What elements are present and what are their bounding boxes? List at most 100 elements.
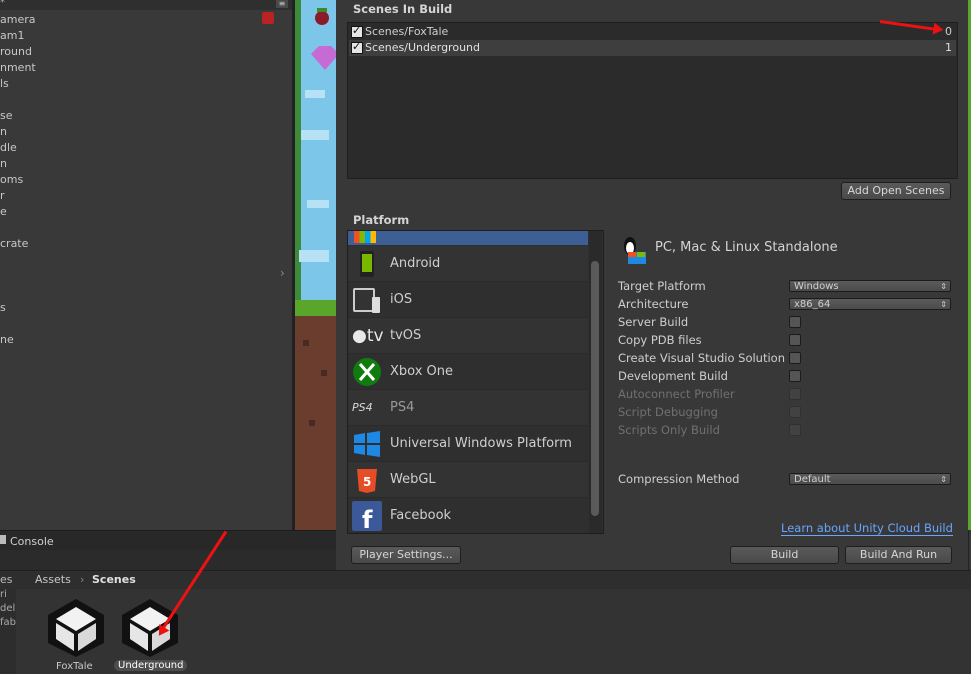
build-button[interactable]: Build <box>730 546 839 564</box>
breadcrumb-assets[interactable]: Assets <box>35 573 71 586</box>
scene-index: 0 <box>945 25 952 38</box>
hierarchy-item[interactable]: crate <box>0 236 28 252</box>
ios-icon <box>353 288 380 313</box>
create-vs-solution-label: Create Visual Studio Solution <box>618 351 785 365</box>
console-tab[interactable]: Console <box>10 535 54 548</box>
script-debugging-checkbox <box>789 406 801 418</box>
breadcrumb-scenes[interactable]: Scenes <box>92 573 136 586</box>
scene-checkbox[interactable] <box>351 23 363 39</box>
server-build-checkbox[interactable] <box>789 316 801 328</box>
scene-checkbox[interactable] <box>351 39 363 55</box>
target-platform-dropdown[interactable]: Windows <box>789 280 951 293</box>
platform-item[interactable]: Xbox One <box>348 354 588 390</box>
player-settings-button[interactable]: Player Settings... <box>351 546 461 564</box>
autoconnect-profiler-label: Autoconnect Profiler <box>618 387 735 401</box>
ps4-icon: PS4 <box>352 401 373 414</box>
autoconnect-profiler-checkbox <box>789 388 801 400</box>
windows-icon <box>354 431 380 457</box>
hierarchy-item[interactable]: am1 <box>0 28 24 44</box>
game-view <box>292 0 339 530</box>
copy-pdb-checkbox[interactable] <box>789 334 801 346</box>
development-build-label: Development Build <box>618 369 728 383</box>
project-assets-area: ri del fab FoxTale Underground <box>0 589 971 674</box>
game-scene-image <box>295 0 339 530</box>
platform-item[interactable]: Universal Windows Platform <box>348 426 588 462</box>
build-and-run-button[interactable]: Build And Run <box>845 546 952 564</box>
scripts-only-build-label: Scripts Only Build <box>618 423 720 437</box>
architecture-dropdown[interactable]: x86_64 <box>789 298 951 311</box>
scenes-list[interactable]: Scenes/FoxTale 0 Scenes/Underground 1 <box>347 22 958 179</box>
camera-gizmo-icon <box>262 12 274 24</box>
svg-text:f: f <box>362 506 373 531</box>
platform-item[interactable]: iOS <box>348 282 588 318</box>
facebook-icon: f <box>352 501 382 531</box>
platform-label: Universal Windows Platform <box>390 436 572 451</box>
console-tab-bar: Console <box>0 530 336 551</box>
learn-cloud-build-link[interactable]: Learn about Unity Cloud Build <box>781 521 953 536</box>
project-left-header: es <box>0 573 13 586</box>
hierarchy-item[interactable]: n <box>0 156 7 172</box>
scene-row[interactable]: Scenes/FoxTale 0 <box>349 23 956 40</box>
hierarchy-item[interactable]: amera <box>0 12 36 28</box>
html5-icon: 5 <box>357 469 377 493</box>
hierarchy-item[interactable]: dle <box>0 140 17 156</box>
hierarchy-item[interactable]: r <box>0 188 5 204</box>
platform-item[interactable]: f Facebook <box>348 498 588 533</box>
pc-standalone-icon <box>354 231 376 243</box>
platform-item[interactable]: ●tv tvOS <box>348 318 588 354</box>
scene-asset-foxtale[interactable]: FoxTale <box>44 597 108 674</box>
platform-title: Platform <box>353 213 410 227</box>
scene-path: Scenes/FoxTale <box>365 25 449 38</box>
platform-label: Xbox One <box>390 364 454 379</box>
hierarchy-panel: * ≡ amera am1 round nment ls se n dle n … <box>0 0 292 530</box>
folder-tree-item[interactable]: ri <box>0 589 7 600</box>
console-icon <box>0 535 6 544</box>
platform-item-selected[interactable] <box>348 231 588 245</box>
hierarchy-toolbar <box>0 0 292 10</box>
folder-tree-item[interactable]: del <box>0 603 15 614</box>
development-build-checkbox[interactable] <box>789 370 801 382</box>
hierarchy-item[interactable]: round <box>0 44 32 60</box>
asset-label-selected: Underground <box>114 660 188 671</box>
scenes-in-build-title: Scenes In Build <box>353 2 453 16</box>
folder-tree-item[interactable]: fab <box>0 617 16 628</box>
scene-asset-underground[interactable]: Underground <box>114 597 192 674</box>
platform-label: Facebook <box>390 508 452 523</box>
scene-path: Scenes/Underground <box>365 41 480 54</box>
hierarchy-item[interactable]: oms <box>0 172 23 188</box>
scripts-only-build-checkbox <box>789 424 801 436</box>
project-toolbar <box>0 550 336 570</box>
platform-item[interactable]: Android <box>348 246 588 282</box>
chevron-right-icon[interactable]: › <box>280 266 285 280</box>
copy-pdb-label: Copy PDB files <box>618 333 702 347</box>
hierarchy-menu-icon[interactable]: ≡ <box>276 0 288 8</box>
add-open-scenes-button[interactable]: Add Open Scenes <box>841 182 951 200</box>
hierarchy-item[interactable]: ls <box>0 76 9 92</box>
architecture-label: Architecture <box>618 297 689 311</box>
platform-item[interactable]: 5 WebGL <box>348 462 588 498</box>
tvos-icon: ●tv <box>352 326 384 346</box>
hierarchy-item[interactable]: s <box>0 300 6 316</box>
hierarchy-item[interactable]: se <box>0 108 13 124</box>
scene-row[interactable]: Scenes/Underground 1 <box>349 39 956 56</box>
scrollbar-thumb[interactable] <box>591 261 599 516</box>
svg-text:5: 5 <box>363 475 371 489</box>
hierarchy-item[interactable]: n <box>0 124 7 140</box>
hierarchy-item[interactable]: ne <box>0 332 14 348</box>
platform-scrollbar[interactable] <box>589 231 602 533</box>
script-debugging-label: Script Debugging <box>618 405 718 419</box>
create-vs-solution-checkbox[interactable] <box>789 352 801 364</box>
unity-scene-icon <box>48 599 104 657</box>
hierarchy-item[interactable]: nment <box>0 60 36 76</box>
hierarchy-item[interactable]: e <box>0 204 7 220</box>
compression-method-dropdown[interactable]: Default <box>789 473 951 486</box>
android-icon <box>360 251 374 277</box>
pc-mac-linux-icon <box>624 237 646 264</box>
platform-item[interactable]: PS4 PS4 <box>348 390 588 426</box>
server-build-label: Server Build <box>618 315 689 329</box>
platform-list[interactable]: Android iOS ●tv tvOS Xbox One PS4 PS4 Un… <box>347 230 604 534</box>
platform-label: tvOS <box>390 328 422 343</box>
platform-label: WebGL <box>390 472 436 487</box>
breadcrumb-separator-icon: › <box>80 573 85 586</box>
project-folder-tree: ri del fab <box>0 589 16 674</box>
